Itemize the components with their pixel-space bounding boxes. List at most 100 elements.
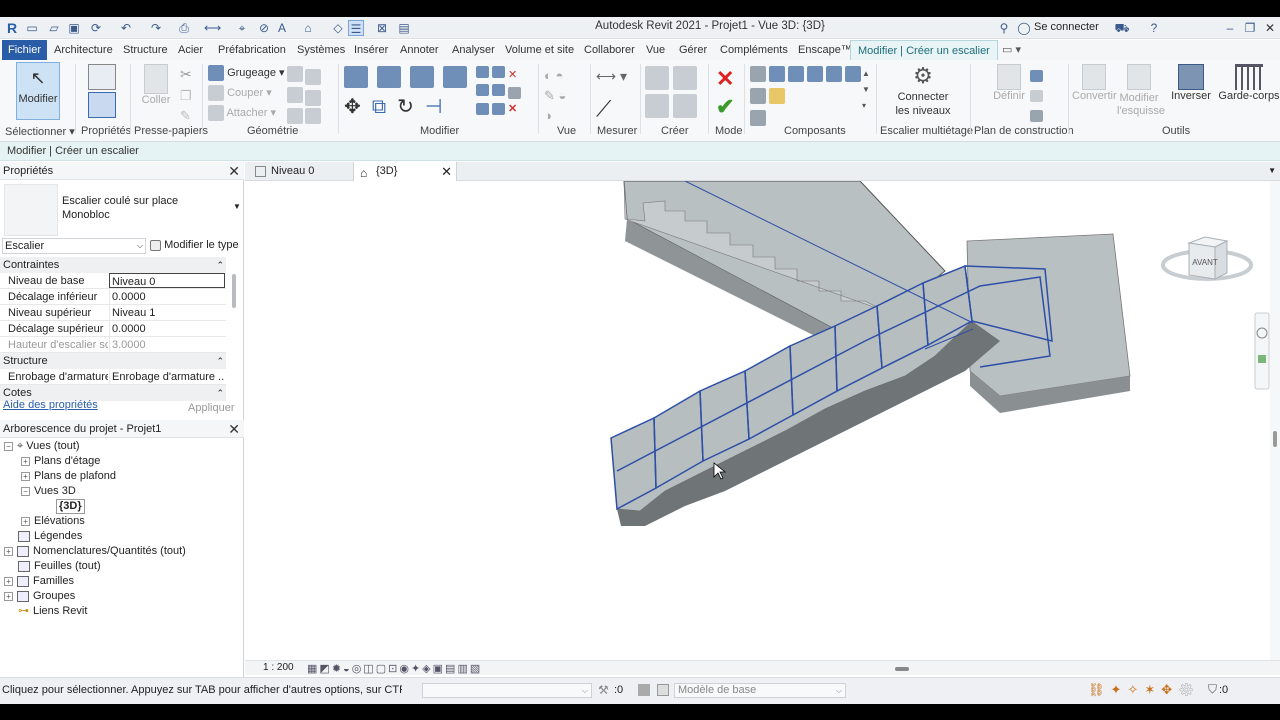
save-icon[interactable]: ▣ [66, 20, 82, 36]
create-assembly-icon[interactable] [673, 66, 697, 90]
tab-collaborer[interactable]: Collaborer [584, 40, 635, 60]
editable-only-icon[interactable]: ⚒ [598, 683, 609, 697]
tab-modifier-creer-escalier[interactable]: Modifier | Créer un escalier [850, 40, 998, 60]
view-scale[interactable]: 1 : 200 [263, 662, 294, 673]
run-icon[interactable] [750, 66, 766, 82]
linework-icon[interactable]: ✎ [544, 88, 555, 103]
reveal-constraints-icon[interactable]: ▧ [470, 663, 482, 675]
paint-icon[interactable] [287, 87, 303, 103]
rotate-icon[interactable]: ↻ [397, 96, 414, 118]
coller-button[interactable]: Coller [140, 64, 172, 106]
split-icon[interactable] [476, 66, 489, 78]
copy-element-icon[interactable]: ⧉ [372, 96, 386, 118]
mirror-axis-icon[interactable] [410, 66, 435, 88]
tab-complements[interactable]: Compléments [720, 40, 788, 60]
horizontal-scroll-thumb[interactable] [895, 667, 909, 671]
split-gap-icon[interactable] [492, 66, 505, 78]
apply-button[interactable]: Appliquer [188, 402, 234, 414]
close-tab-icon[interactable]: ✕ [441, 162, 452, 181]
inverser-button[interactable]: Inverser [1168, 64, 1214, 102]
expand-icon[interactable]: + [4, 546, 13, 556]
design-option-select[interactable]: Modèle de base ⌵ [674, 683, 846, 698]
properties-type-icon[interactable] [88, 64, 116, 90]
override-icon[interactable]: ◓ [555, 68, 563, 83]
dimension-icon[interactable]: ⌖ [234, 20, 250, 36]
attacher-button[interactable]: Attacher ▾ [208, 105, 276, 121]
copy-icon[interactable]: ❐ [180, 88, 192, 104]
viewer-icon[interactable] [1030, 110, 1043, 123]
viewport-vertical-scrollbar[interactable] [1270, 181, 1280, 661]
connecter-niveaux-button[interactable]: ⚙ Connecter les niveaux [892, 62, 954, 118]
tree-item-plans-etage[interactable]: + Plans d'étage [21, 454, 100, 469]
halftone-icon[interactable]: ◑ [544, 108, 552, 123]
hide-icon[interactable]: ◐ [544, 68, 552, 83]
pick-landing-icon[interactable] [769, 88, 785, 104]
minimize-icon[interactable]: – [1222, 20, 1238, 36]
split-face-icon[interactable] [305, 68, 321, 85]
tab-prefabrication[interactable]: Préfabrication [218, 40, 286, 60]
filter-icon[interactable]: ⛉ [1208, 682, 1217, 697]
instance-filter-select[interactable]: Escalier ⌵ [2, 238, 146, 254]
text-icon[interactable]: A [274, 20, 290, 36]
detail-level-icon[interactable]: ▦ [307, 663, 319, 675]
wall-joins-icon[interactable] [287, 66, 303, 82]
demolish-icon[interactable] [305, 89, 321, 106]
create-parts-icon[interactable] [645, 94, 669, 118]
background-process-icon[interactable]: ⚙ [1178, 682, 1201, 697]
move-icon[interactable]: ✥ [344, 96, 361, 118]
tab-volume-site[interactable]: Volume et site [505, 40, 574, 60]
tabs-dropdown-icon[interactable]: ▼ [1268, 166, 1276, 175]
highlight-displacement-icon[interactable]: ▥ [457, 663, 469, 675]
array-icon[interactable] [476, 84, 489, 96]
tag-icon[interactable]: ⊘ [256, 20, 272, 36]
section-contraintes[interactable]: Contraintes ⌃ [0, 257, 226, 273]
properties-help-link[interactable]: Aide des propriétés [3, 399, 98, 411]
undo-icon[interactable]: ↶ [118, 20, 134, 36]
view-filter-icon[interactable]: ◒ [559, 88, 567, 103]
prop-value[interactable]: Enrobage d'armature ... [109, 369, 225, 385]
center-spiral-icon[interactable] [807, 66, 823, 82]
tree-item-plans-plafond[interactable]: + Plans de plafond [21, 469, 116, 484]
expand-icon[interactable]: + [4, 591, 13, 601]
user-icon[interactable]: ◯ [1016, 20, 1032, 36]
sun-path-icon[interactable]: ✹ [332, 663, 343, 675]
select-pinned-icon[interactable]: ✧ [1127, 682, 1144, 697]
tree-item-liens-revit[interactable]: ⊶ Liens Revit [18, 604, 87, 619]
3d-view-icon[interactable]: ⌂ [300, 20, 316, 36]
grugeage-button[interactable]: Grugeage ▾ [208, 65, 285, 81]
crop-region-icon[interactable]: ▢ [376, 663, 388, 675]
temp-properties-icon[interactable]: ▣ [433, 663, 445, 675]
expand-icon[interactable]: + [21, 471, 30, 481]
prop-value[interactable]: 0.0000 [109, 321, 225, 337]
view-tab-3d[interactable]: ⌂ {3D} ✕ [353, 162, 457, 181]
tab-fichier[interactable]: Fichier [2, 40, 48, 60]
unpin-icon[interactable]: ✕ [508, 69, 517, 81]
tab-gerer[interactable]: Gérer [679, 40, 707, 60]
straight-run-icon[interactable] [769, 66, 785, 82]
cancel-mode-icon[interactable]: ✕ [716, 66, 734, 92]
section-icon[interactable]: ◇ [330, 20, 346, 36]
restore-icon[interactable]: ❐ [1242, 20, 1258, 36]
tree-item-feuilles[interactable]: Feuilles (tout) [18, 559, 101, 574]
view-tab-niveau-0[interactable]: Niveau 0 [249, 162, 353, 181]
tab-vue[interactable]: Vue [646, 40, 665, 60]
properties-toggle-icon[interactable] [88, 92, 116, 118]
match-icon[interactable]: ✎ [180, 108, 191, 124]
navigation-bar[interactable] [1254, 312, 1270, 390]
show-workplane-icon[interactable] [1030, 70, 1043, 83]
open-icon[interactable]: ▭ [24, 20, 40, 36]
prop-value[interactable]: Niveau 1 [109, 305, 225, 321]
collapse-icon[interactable]: − [21, 486, 30, 496]
trim-multi-icon[interactable] [476, 103, 489, 116]
measure-icon[interactable]: ⟷ [204, 20, 221, 36]
expand-icon[interactable]: + [21, 456, 30, 466]
measure-between-icon[interactable]: ⟷ ▾ [596, 68, 627, 85]
workset-select[interactable]: ⌵ [422, 683, 592, 698]
group-selectionner[interactable]: Sélectionner ▾ [5, 125, 75, 138]
spiral-run-icon[interactable] [788, 66, 804, 82]
prop-value[interactable]: 0.0000 [109, 289, 225, 305]
modifier-button[interactable]: ↖ Modifier [16, 62, 60, 120]
section-structure[interactable]: Structure ⌃ [0, 353, 226, 369]
u-winder-icon[interactable] [845, 66, 861, 82]
zoom-icon[interactable] [1258, 355, 1266, 363]
